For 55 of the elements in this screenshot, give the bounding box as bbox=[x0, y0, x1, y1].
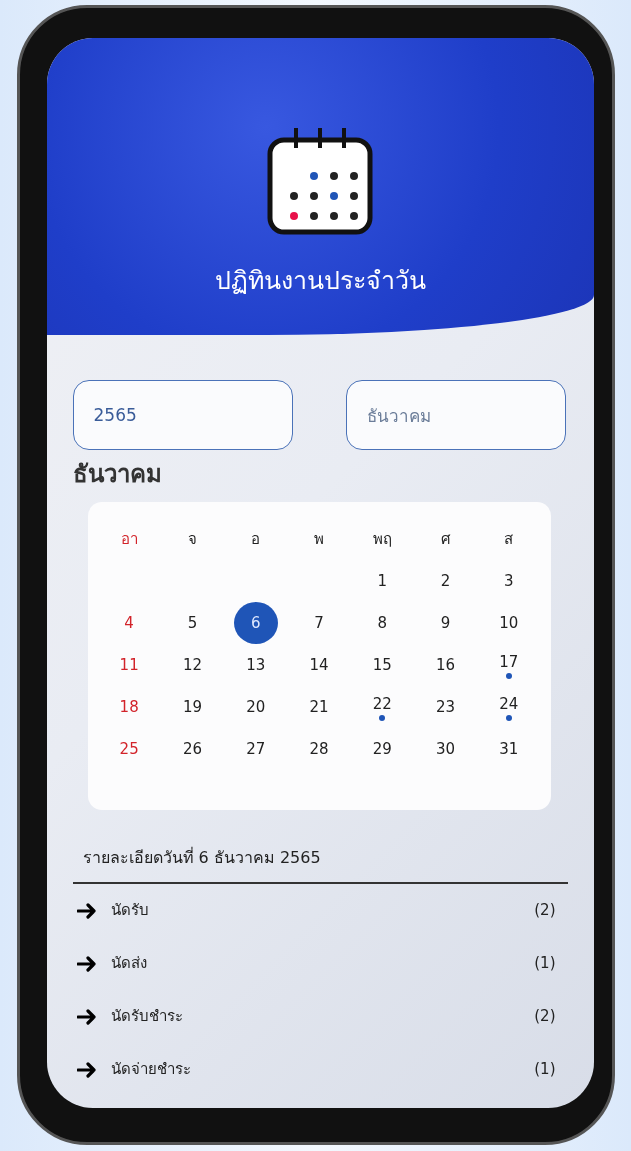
calendar-day[interactable]: 23 bbox=[436, 695, 456, 719]
calendar-day[interactable]: 21 bbox=[309, 695, 329, 719]
arrow-icon bbox=[76, 1061, 97, 1078]
page-title: ปฏิทินงานประจำวัน bbox=[214, 265, 426, 297]
calendar-day[interactable]: 9 bbox=[440, 611, 451, 635]
calendar-day[interactable]: 31 bbox=[499, 737, 519, 761]
appointment-count: (1) bbox=[534, 1059, 556, 1081]
calendar-day[interactable]: 3 bbox=[504, 569, 514, 593]
calendar-day[interactable]: 11 bbox=[119, 653, 139, 677]
weekday-label: พ bbox=[314, 528, 324, 550]
calendar-day[interactable]: 1 bbox=[377, 569, 388, 593]
calendar-day[interactable]: 28 bbox=[309, 737, 329, 761]
calendar-day[interactable]: 6 bbox=[233, 602, 278, 644]
calendar-day[interactable]: 5 bbox=[187, 611, 198, 635]
calendar-day[interactable]: 7 bbox=[314, 611, 324, 635]
calendar-day[interactable]: 14 bbox=[309, 653, 329, 677]
weekday-label: อ bbox=[251, 528, 261, 550]
appointment-count: (1) bbox=[534, 953, 556, 975]
calendar-day[interactable]: 2 bbox=[440, 569, 451, 593]
calendar-day[interactable]: 27 bbox=[246, 737, 266, 761]
month-heading: ธันวาคม bbox=[72, 459, 163, 490]
calendar-day[interactable]: 25 bbox=[119, 737, 139, 761]
appointment-label[interactable]: นัดส่ง bbox=[110, 952, 535, 975]
appointment-label[interactable]: นัดจ่ายชำระ bbox=[110, 1058, 535, 1081]
details-title: รายละเอียดวันที่ 6 ธันวาคม 2565 bbox=[82, 846, 322, 869]
arrow-icon bbox=[76, 1008, 97, 1025]
arrow-icon bbox=[76, 955, 97, 972]
appointment-label[interactable]: นัดรับชำระ bbox=[110, 1005, 535, 1028]
weekday-label: อา bbox=[120, 528, 138, 550]
weekday-label: พฤ bbox=[372, 528, 392, 550]
calendar-day[interactable]: 30 bbox=[436, 737, 456, 761]
year-field[interactable]: 2565 bbox=[72, 380, 293, 450]
calendar-day[interactable]: 24 bbox=[499, 692, 519, 716]
weekday-label: ศ bbox=[440, 528, 451, 550]
calendar-day[interactable]: 22 bbox=[372, 692, 392, 716]
calendar-day[interactable]: 18 bbox=[119, 695, 139, 719]
calendar-day[interactable]: 8 bbox=[377, 611, 388, 635]
calendar-day[interactable]: 19 bbox=[182, 695, 202, 719]
calendar-day[interactable]: 13 bbox=[246, 653, 266, 677]
calendar-day[interactable]: 12 bbox=[182, 653, 202, 677]
weekday-label: ส bbox=[504, 528, 514, 550]
calendar-day[interactable]: 20 bbox=[246, 695, 266, 719]
calendar-day[interactable]: 15 bbox=[372, 653, 392, 677]
appointment-label[interactable]: นัดรับ bbox=[110, 899, 535, 922]
arrow-icon bbox=[76, 902, 97, 919]
appointment-count: (2) bbox=[534, 1006, 556, 1028]
calendar-day[interactable]: 29 bbox=[372, 737, 392, 761]
calendar-day[interactable]: 17 bbox=[499, 650, 519, 674]
month-field[interactable]: ธันวาคม bbox=[345, 380, 566, 450]
weekday-label: จ bbox=[187, 528, 197, 550]
calendar-day[interactable]: 26 bbox=[182, 737, 202, 761]
calendar-day[interactable]: 4 bbox=[124, 611, 134, 635]
appointment-count: (2) bbox=[534, 900, 556, 922]
calendar-day[interactable]: 10 bbox=[499, 611, 519, 635]
calendar-day[interactable]: 16 bbox=[436, 653, 456, 677]
